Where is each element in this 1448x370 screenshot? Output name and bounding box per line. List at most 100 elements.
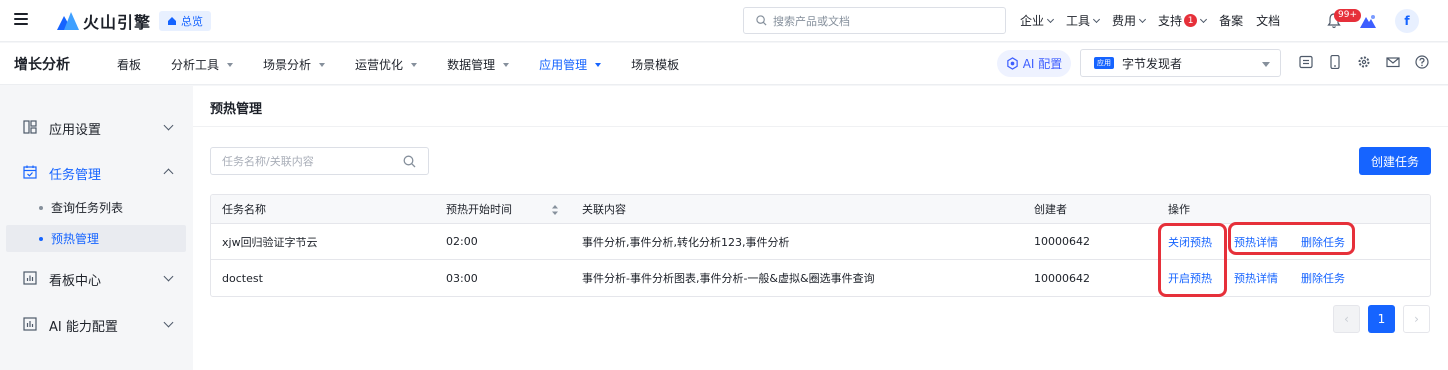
cell-creator: 10000642 [1034,235,1090,248]
pagination-next-button[interactable]: › [1403,305,1430,333]
table-row: doctest 03:00 事件分析-事件分析图表,事件分析-一般&虚拟&圈选事… [211,260,1430,296]
tab-label: 场景模板 [631,58,680,72]
sidebar-group-ai-config[interactable]: AI 能力配置 [0,313,192,335]
sidebar-group-app-settings[interactable]: 应用设置 [0,116,192,138]
sidebar: 应用设置 任务管理 查询任务列表 预热管理 看板中心 AI 能力配置 [0,86,192,370]
gear-icon[interactable] [1357,55,1371,69]
home-icon [168,17,176,25]
chevron-right-icon: › [1414,312,1419,326]
search-placeholder: 搜索产品或文档 [773,14,850,28]
sidebar-item-query-tasks[interactable]: 查询任务列表 [6,194,186,221]
ai-config-label: AI 配置 [1022,57,1063,71]
tab-scenario-analysis[interactable]: 场景分析 [263,56,326,73]
search-icon[interactable] [403,155,416,168]
chevron-down-icon [163,271,174,282]
overview-button[interactable]: 总览 [159,11,211,31]
nav-enterprise[interactable]: 企业 [1020,12,1055,29]
tab-analysis-tools[interactable]: 分析工具 [171,56,234,73]
nav-billing[interactable]: 费用 [1112,12,1147,29]
support-badge: 1 [1184,14,1198,27]
tab-label: 场景分析 [263,58,312,72]
app-tag: 应用 [1094,57,1114,69]
tab-label: 分析工具 [171,58,220,72]
layout-icon [23,120,37,134]
switch-icon[interactable] [1299,55,1313,69]
mobile-icon[interactable] [1328,55,1342,69]
global-search-input[interactable]: 搜索产品或文档 [743,7,1006,34]
tab-data-management[interactable]: 数据管理 [447,56,510,73]
caret-down-icon [411,62,418,67]
page-title: 预热管理 [210,102,263,117]
chevron-down-icon [163,317,174,328]
nav-filing[interactable]: 备案 [1219,12,1243,29]
avatar[interactable]: f [1395,9,1419,33]
tab-label: 看板 [117,58,142,72]
cell-task-name: xjw回归验证字节云 [222,235,318,249]
task-search-input[interactable]: 任务名称/关联内容 [210,147,429,175]
cell-task-name: doctest [222,271,263,285]
column-header-related-content: 关联内容 [582,203,626,216]
cell-start-time: 03:00 [446,271,478,285]
toolbar-icons [1299,55,1444,69]
dashboard-icon [23,271,37,285]
chevron-up-icon [163,168,174,179]
caret-down-icon [319,62,326,67]
cell-related-content: 事件分析,事件分析,转化分析123,事件分析 [582,235,790,249]
sidebar-item-preheat-management[interactable]: 预热管理 [6,225,186,252]
tab-scenario-templates[interactable]: 场景模板 [631,56,679,73]
product-nav-bar: 增长分析 看板 分析工具 场景分析 运营优化 数据管理 应用管理 场景模板 AI… [0,43,1448,85]
volcano-logo-icon [57,12,79,30]
app-selector[interactable]: 应用 字节发现者 [1080,49,1281,77]
create-task-button[interactable]: 创建任务 [1359,147,1431,175]
ai-config-button[interactable]: AI 配置 [997,50,1071,77]
pagination-prev-button[interactable]: ‹ [1333,305,1360,333]
sort-icon[interactable] [551,204,559,216]
nav-label: 工具 [1066,14,1091,28]
preheat-details-link[interactable]: 预热详情 [1234,260,1278,296]
sidebar-group-dashboard-center[interactable]: 看板中心 [0,267,192,289]
help-icon[interactable] [1415,55,1429,69]
sidebar-item-label: 预热管理 [51,232,100,246]
nav-label: 支持 [1158,14,1183,28]
nav-tools[interactable]: 工具 [1066,12,1101,29]
nav-label: 费用 [1112,14,1137,28]
cell-creator: 10000642 [1034,271,1090,285]
column-header-task-name: 任务名称 [222,203,266,216]
caret-down-icon [595,62,602,67]
brand-name: 火山引擎 [83,13,152,32]
ai-gear-icon [1006,57,1018,70]
sidebar-group-label: 看板中心 [49,274,102,289]
mail-icon[interactable] [1386,55,1400,69]
notification-badge: 99+ [1334,9,1361,22]
sidebar-group-label: 应用设置 [49,123,102,138]
top-nav: 企业 工具 费用 支持 1 备案 文档 [1020,12,1293,29]
sidebar-item-label: 查询任务列表 [51,201,124,215]
menu-icon[interactable] [14,13,28,27]
sidebar-group-label: 任务管理 [49,168,102,183]
bullet-dot [39,237,43,241]
overview-label: 总览 [181,15,203,28]
tab-app-management[interactable]: 应用管理 [539,56,602,73]
bullet-dot [39,206,43,210]
nav-support[interactable]: 支持 1 [1158,12,1208,29]
nav-docs[interactable]: 文档 [1256,12,1280,29]
caret-down-icon [503,62,510,67]
tab-label: 应用管理 [539,58,588,72]
nav-label: 企业 [1020,14,1045,28]
brand-logo[interactable]: 火山引擎 [57,10,151,32]
sidebar-group-task-management[interactable]: 任务管理 [0,161,192,183]
tab-operation[interactable]: 运营优化 [355,56,418,73]
product-nav: 看板 分析工具 场景分析 运营优化 数据管理 应用管理 场景模板 [117,56,709,73]
column-header-start-time[interactable]: 预热开始时间 [446,195,512,223]
tab-label: 运营优化 [355,58,404,72]
mountain-icon[interactable] [1360,14,1376,28]
chevron-down-icon [1092,15,1101,23]
tab-dashboard[interactable]: 看板 [117,56,141,73]
highlight-box [1158,223,1227,297]
chevron-left-icon: ‹ [1344,312,1349,326]
divider [193,126,1448,127]
pagination-page-1[interactable]: 1 [1368,305,1395,333]
nav-label: 备案 [1219,14,1244,28]
search-placeholder: 任务名称/关联内容 [222,155,314,168]
delete-task-link[interactable]: 删除任务 [1301,260,1345,296]
